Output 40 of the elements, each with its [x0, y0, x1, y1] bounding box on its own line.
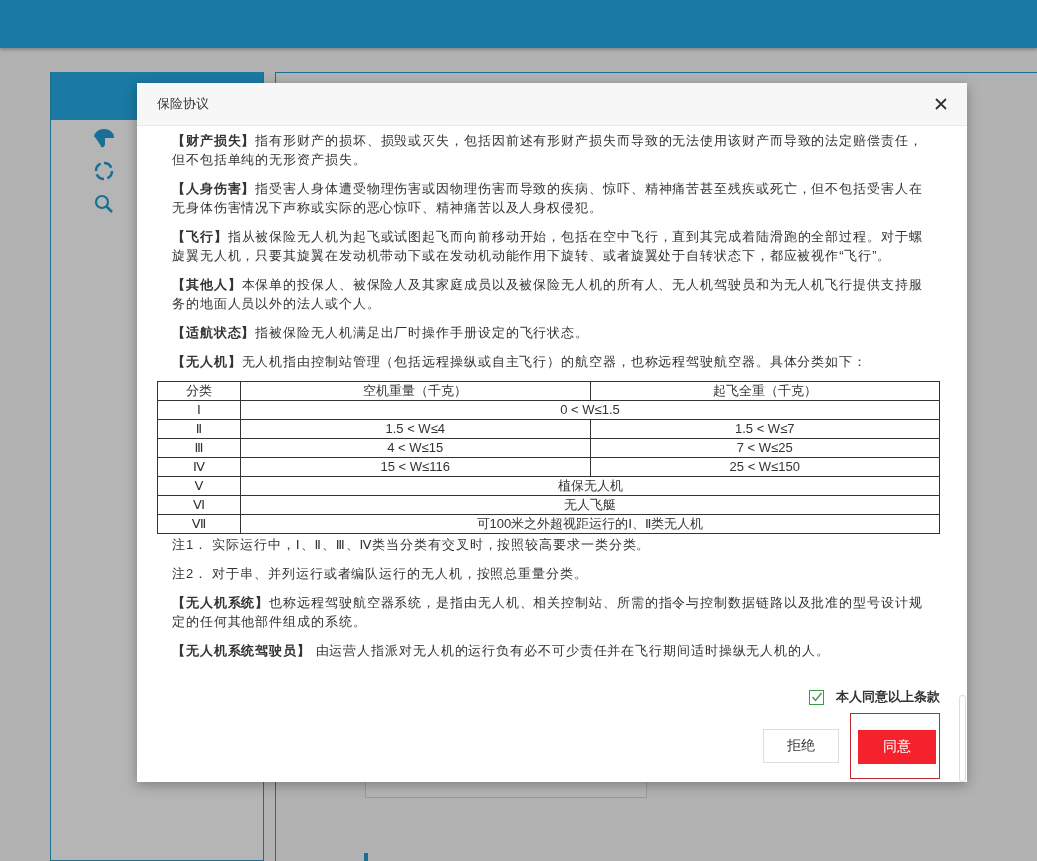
table-cell: Ⅳ: [157, 457, 241, 477]
table-cell: 1.5 < W≤7: [590, 419, 940, 439]
table-cell: 可100米之外超视距运行的Ⅰ、Ⅱ类无人机: [240, 514, 940, 534]
table-cell: 4 < W≤15: [240, 438, 590, 458]
table-cell: 植保无人机: [240, 476, 940, 496]
checkbox[interactable]: [809, 689, 824, 705]
umbrella-icon: [94, 128, 114, 148]
table-cell: Ⅵ: [157, 495, 241, 515]
agree-button[interactable]: 同意: [858, 730, 936, 764]
clause-text: 注2． 对于串、并列运行或者编队运行的无人机，按照总重量分类。: [172, 565, 589, 583]
clause-text: 【财产损失】指有形财产的损坏、损毁或灭失，包括因前述有形财产损失而导致的无法使用该财产而导致的法定赔偿责任，但不包括单纯的无形资产损失。: [172, 132, 924, 169]
column-header: 起飞全重（千克）: [590, 381, 940, 401]
table-cell: 7 < W≤25: [590, 438, 940, 458]
agree-label: 本人同意以上条款: [836, 688, 940, 706]
table-cell: 无人飞艇: [240, 495, 940, 515]
clause-text: 【人身伤害】指受害人身体遭受物理伤害或因物理伤害而导致的疾病、惊吓、精神痛苦甚至残疾或死亡，但不包括受害人在无身体伤害情况下声称或实际的恶心惊吓、精神痛苦以及人身权侵犯。: [172, 180, 924, 217]
note-text: 注1． 实际运行中，Ⅰ、Ⅱ、Ⅲ、Ⅳ类当分类有交叉时，按照较高要求一类分类。: [172, 536, 652, 554]
table-cell: Ⅰ: [157, 400, 241, 420]
dialog-title: 保险协议: [157, 95, 209, 113]
loading-icon: [94, 161, 114, 181]
close-button[interactable]: [933, 96, 949, 112]
clause-text: 【无人机系统驾驶员】 由运营人指派对无人机的运行负有必不可少责任并在飞行期间适时操纵无人机的人。: [172, 642, 831, 660]
search-icon: [94, 194, 114, 214]
table-cell: 0 < W≤1.5: [240, 400, 940, 420]
clause-text: 【飞行】指从被保险无人机为起飞或试图起飞而向前移动开始，包括在空中飞行，直到其完成着陆滑跑的全部过程。对于螺旋翼无人机，只要其旋翼在发动机带动下或在发动机动能作用下旋转、或者旋翼处于自转状态下，都应被视作“飞行”。: [172, 228, 924, 265]
column-header: 空机重量（千克）: [240, 381, 590, 401]
clause-text: 【其他人】本保单的投保人、被保险人及其家庭成员以及被保险无人机的所有人、无人机驾驶员和为无人机飞行提供支持服务的地面人员以外的法人或个人。: [172, 276, 924, 313]
table-cell: 25 < W≤150: [590, 457, 940, 477]
table-cell: Ⅲ: [157, 438, 241, 458]
scrollbar[interactable]: [959, 695, 966, 782]
clause-text: 【适航状态】指被保险无人机满足出厂时操作手册设定的飞行状态。: [172, 324, 590, 342]
table-cell: Ⅴ: [157, 476, 241, 496]
column-header: 分类: [157, 381, 241, 401]
decline-button[interactable]: 拒绝: [763, 729, 839, 763]
clause-text: 【无人机系统】也称远程驾驶航空器系统，是指由无人机、相关控制站、所需的指令与控制数据链路以及批准的型号设计规定的任何其他部件组成的系统。: [172, 594, 924, 631]
table-cell: 15 < W≤116: [240, 457, 590, 477]
table-cell: Ⅶ: [157, 514, 241, 534]
table-cell: Ⅱ: [157, 419, 241, 439]
clause-text: 【无人机】无人机指由控制站管理（包括远程操纵或自主飞行）的航空器，也称远程驾驶航空器。具体分类如下：: [172, 353, 868, 371]
table-cell: 1.5 < W≤4: [240, 419, 590, 439]
